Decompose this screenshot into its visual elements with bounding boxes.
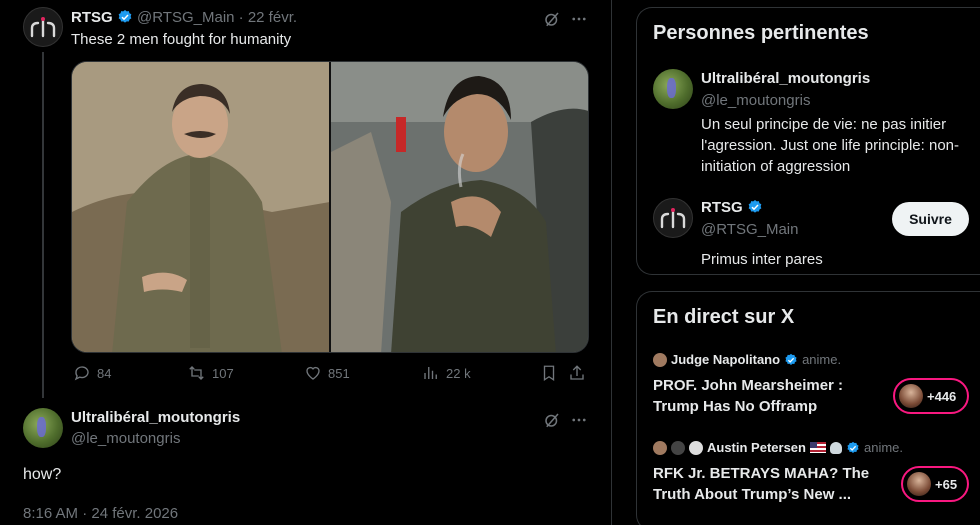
tweet2-handle[interactable]: @le_moutongris <box>71 430 180 447</box>
tweet2-text: how? <box>23 466 62 483</box>
live-title: En direct sur X <box>653 306 795 328</box>
views-chart-icon <box>424 367 437 379</box>
flag-icon <box>809 442 826 453</box>
tweet1-action-bar: 84 107 851 22 k <box>71 364 589 388</box>
live-item[interactable]: Austin Petersen anime. RFK Jr. BETRAYS M… <box>653 440 973 505</box>
live-host-name: Judge Napolitano <box>671 352 781 367</box>
person-item[interactable]: Ultralibéral_moutongris @le_moutongris U… <box>653 69 973 179</box>
relevant-people-title: Personnes pertinentes <box>653 22 869 44</box>
person-bio: Un seul principe de vie: ne pas initier … <box>701 116 960 175</box>
avatar[interactable] <box>653 198 693 238</box>
heart-icon <box>306 366 320 380</box>
more-options-icon[interactable] <box>570 411 588 433</box>
more-options-icon[interactable] <box>570 10 588 32</box>
person-handle[interactable]: @le_moutongris <box>701 92 810 109</box>
listener-count: +65 <box>935 476 958 492</box>
bookmark-icon <box>543 365 555 382</box>
verified-badge-icon <box>785 353 797 365</box>
listener-count: +446 <box>927 388 957 404</box>
tweet1-text: These 2 men fought for humanity <box>71 31 292 48</box>
host-avatar-icon <box>653 352 667 367</box>
retweet-button[interactable]: 107 <box>187 364 234 382</box>
verified-badge-icon <box>118 10 132 23</box>
host-avatar-icon <box>689 440 703 455</box>
views-count: 22 k <box>446 365 471 381</box>
reply-icon <box>74 366 89 381</box>
reply-button[interactable]: 84 <box>73 364 111 382</box>
host-avatar-icon <box>653 440 667 455</box>
reply-count: 84 <box>97 365 112 381</box>
listener-avatar <box>907 472 931 496</box>
live-host-name: Austin Petersen <box>707 440 806 455</box>
main-timeline: RTSG @RTSG_Main · 22 févr. These 2 men f… <box>0 0 612 525</box>
person-handle[interactable]: @RTSG_Main <box>701 221 798 238</box>
skull-icon <box>829 441 842 454</box>
tweet1-author-name[interactable]: RTSG <box>71 9 113 26</box>
person-name[interactable]: Ultralibéral_moutongris <box>701 70 870 87</box>
live-listeners-badge[interactable]: +65 <box>901 466 969 502</box>
tweet2-timestamp[interactable]: 8:16 AM · 24 févr. 2026 <box>23 505 178 522</box>
live-item-title: PROF. John Mearsheimer : Trump Has No Of… <box>653 377 844 415</box>
tweet1-date[interactable]: · 22 févr. <box>239 9 297 26</box>
person-bio: Primus inter pares <box>701 251 823 268</box>
like-count: 851 <box>328 365 350 381</box>
tweet1-header: RTSG @RTSG_Main · 22 févr. <box>71 9 297 26</box>
verified-badge-icon <box>847 441 859 453</box>
media-image-left[interactable] <box>72 62 329 352</box>
like-button[interactable]: 851 <box>304 364 350 382</box>
live-on-x-card: En direct sur X Judge Napolitano anime. … <box>636 291 980 525</box>
verified-badge-icon <box>748 200 762 213</box>
avatar[interactable] <box>653 69 693 109</box>
media-image-right[interactable] <box>329 62 588 352</box>
moutongris-avatar[interactable] <box>23 408 63 448</box>
person-name[interactable]: RTSG <box>701 199 743 216</box>
live-item-title: RFK Jr. BETRAYS MAHA? The Truth About Tr… <box>653 465 870 503</box>
retweet-icon <box>189 366 204 380</box>
rtsg-logo-icon <box>30 17 56 38</box>
thread-connector <box>42 52 44 398</box>
live-status: anime. <box>863 440 904 455</box>
live-status: anime. <box>802 352 842 367</box>
rtsg-avatar[interactable] <box>23 7 63 47</box>
views-button[interactable]: 22 k <box>422 364 471 382</box>
follow-button[interactable]: Suivre <box>892 202 969 236</box>
tweet1-handle[interactable]: @RTSG_Main <box>137 9 234 26</box>
host-avatar-icon <box>671 440 685 455</box>
tweet1-media[interactable] <box>71 61 589 353</box>
retweet-count: 107 <box>212 365 234 381</box>
relevant-people-card: Personnes pertinentes Ultralibéral_mouto… <box>636 7 980 275</box>
tweet2-name-text: Ultralibéral_moutongris <box>71 409 241 426</box>
listener-avatar <box>899 384 923 408</box>
tweet2-author-name[interactable]: Ultralibéral_moutongris <box>71 409 240 426</box>
live-item[interactable]: Judge Napolitano anime. PROF. John Mears… <box>653 352 973 417</box>
grok-icon[interactable] <box>543 10 561 32</box>
live-listeners-badge[interactable]: +446 <box>893 378 969 414</box>
grok-icon[interactable] <box>543 411 561 433</box>
bookmark-button[interactable] <box>540 364 558 382</box>
share-button[interactable] <box>568 364 586 382</box>
rtsg-logo-icon <box>660 208 686 229</box>
share-icon <box>570 365 584 380</box>
